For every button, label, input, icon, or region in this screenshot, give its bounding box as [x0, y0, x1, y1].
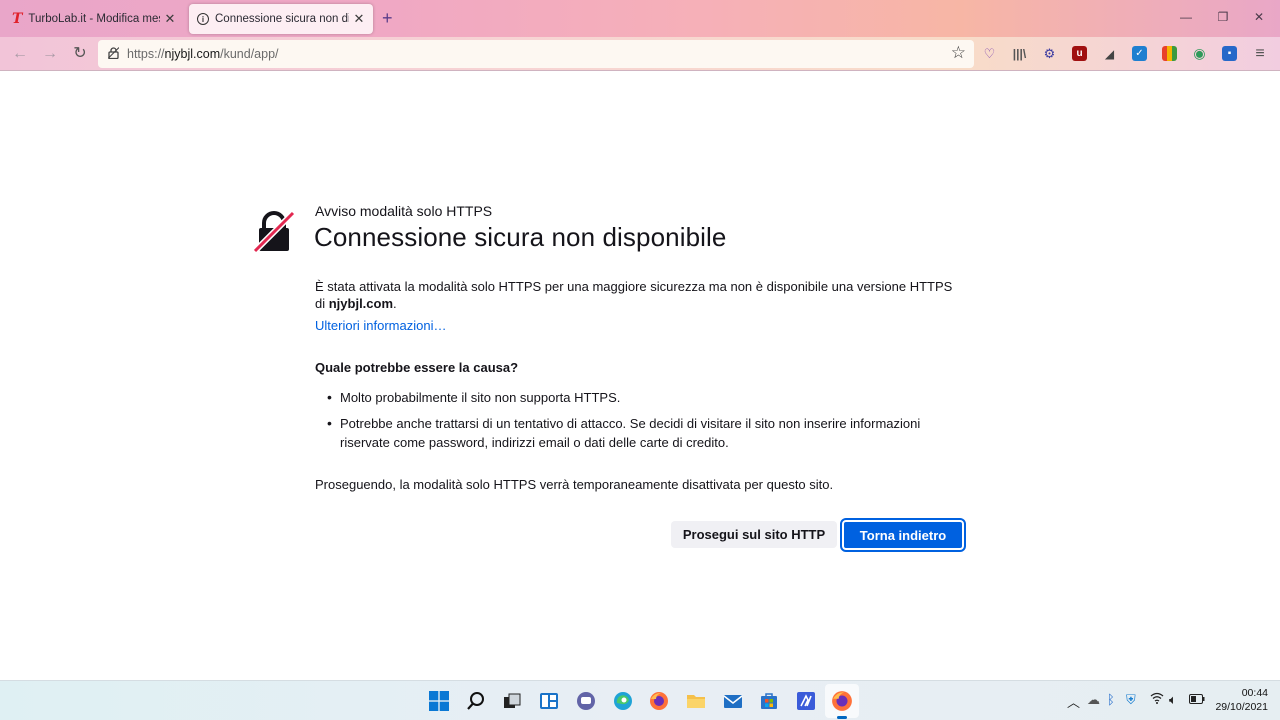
back-arrow-icon[interactable]: ← [10, 45, 30, 63]
tab-label: Connessione sicura non disponibile [215, 13, 349, 25]
defender-shield-icon[interactable]: ⛨ [1126, 692, 1136, 708]
info-icon: i [197, 13, 209, 25]
browser-titlebar: T TurboLab.it - Modifica messaggio ✕ i C… [0, 0, 1280, 37]
reload-icon[interactable]: ↻ [70, 45, 90, 63]
tab-secure-connection[interactable]: i Connessione sicura non disponibile ✕ [189, 4, 373, 34]
clock-date: 29/10/2021 [1215, 701, 1268, 713]
library-icon[interactable]: |||\ [1012, 46, 1027, 61]
task-view-icon[interactable] [500, 689, 524, 713]
microsoft-store-icon[interactable] [757, 689, 781, 713]
hamburger-menu-icon[interactable]: ≡ [1250, 45, 1270, 63]
windows-taskbar: ︿ ☁ ᛒ ⛨ 🔈︎ 00:44 29/10/2021 [0, 680, 1280, 720]
go-back-button[interactable]: Torna indietro [840, 518, 966, 552]
address-bar[interactable]: https://njybjl.com/kund/app/ ☆ [98, 40, 974, 68]
page-title: Connessione sicura non disponibile [314, 222, 727, 252]
firefox-active-icon[interactable] [825, 684, 859, 718]
tab-turbolab[interactable]: T TurboLab.it - Modifica messaggio ✕ [4, 4, 184, 34]
active-app-indicator [837, 716, 847, 719]
cause-list: Molto probabilmente il sito non supporta… [315, 388, 965, 459]
restore-icon[interactable]: ❐ [1213, 10, 1233, 24]
onedrive-cloud-icon[interactable]: ☁ [1087, 692, 1100, 708]
teams-chat-icon[interactable] [574, 689, 598, 713]
learn-more-link[interactable]: Ulteriori informazioni… [315, 318, 446, 333]
wifi-icon[interactable] [1150, 692, 1164, 707]
show-hidden-icons-chevron-icon[interactable]: ︿ [1067, 692, 1080, 711]
intro-paragraph: È stata attivata la modalità solo HTTPS … [315, 279, 953, 311]
app-blue-a-icon[interactable] [794, 689, 818, 713]
green-circle-extension-icon[interactable]: ◉ [1192, 45, 1207, 61]
shield-extension-icon[interactable]: ✓ [1132, 46, 1147, 61]
bluetooth-icon[interactable]: ᛒ [1107, 692, 1115, 707]
search-icon[interactable] [464, 689, 488, 713]
firefox-icon[interactable] [647, 689, 671, 713]
multicolor-extension-icon[interactable] [1162, 46, 1177, 61]
minimize-icon[interactable]: — [1176, 10, 1196, 24]
insecure-lock-icon [253, 211, 295, 253]
extension-puzzle-icon[interactable]: ⚙ [1042, 46, 1057, 61]
tab-close-icon[interactable]: ✕ [353, 11, 365, 27]
windows-start-icon[interactable] [427, 689, 451, 713]
continue-note: Proseguendo, la modalità solo HTTPS verr… [315, 477, 834, 492]
ublock-origin-icon[interactable]: u [1072, 46, 1087, 61]
bookmark-star-icon[interactable]: ☆ [951, 43, 966, 63]
widgets-icon[interactable] [537, 689, 561, 713]
navigation-toolbar: ← → ↻ https://njybjl.com/kund/app/ ☆ ♡ |… [0, 37, 1280, 71]
forward-arrow-icon[interactable]: → [40, 45, 60, 63]
turbolab-favicon-icon: T [12, 11, 23, 27]
blocked-domain: njybjl.com [328, 296, 394, 311]
file-explorer-icon[interactable] [684, 689, 708, 713]
clock-time: 00:44 [1241, 687, 1268, 699]
cause-heading: Quale potrebbe essere la causa? [315, 360, 519, 375]
edge-browser-icon[interactable] [611, 689, 635, 713]
battery-icon[interactable] [1189, 692, 1205, 707]
list-item: Molto probabilmente il sito non supporta… [315, 388, 965, 408]
tab-label: TurboLab.it - Modifica messaggio [28, 13, 160, 25]
new-tab-plus-icon[interactable]: + [382, 8, 393, 29]
broken-lock-icon[interactable] [108, 47, 119, 59]
tab-close-icon[interactable]: ✕ [164, 11, 176, 27]
volume-icon[interactable]: 🔈︎ [1169, 692, 1177, 708]
error-page: Avviso modalità solo HTTPS Connessione s… [0, 71, 1280, 680]
page-subtitle: Avviso modalità solo HTTPS [315, 203, 493, 219]
continue-http-button[interactable]: Prosegui sul sito HTTP [671, 521, 837, 548]
system-clock[interactable]: 00:44 29/10/2021 [1214, 686, 1268, 714]
url-text: https://njybjl.com/kund/app/ [127, 47, 279, 61]
blue-extension-icon[interactable]: ▪ [1222, 46, 1237, 61]
list-item: Potrebbe anche trattarsi di un tentativo… [315, 414, 965, 453]
window-close-icon[interactable]: ✕ [1249, 10, 1269, 24]
mail-icon[interactable] [721, 689, 745, 713]
extension-shoe-icon[interactable]: ◢ [1102, 46, 1117, 61]
pocket-icon[interactable]: ♡ [982, 46, 997, 61]
